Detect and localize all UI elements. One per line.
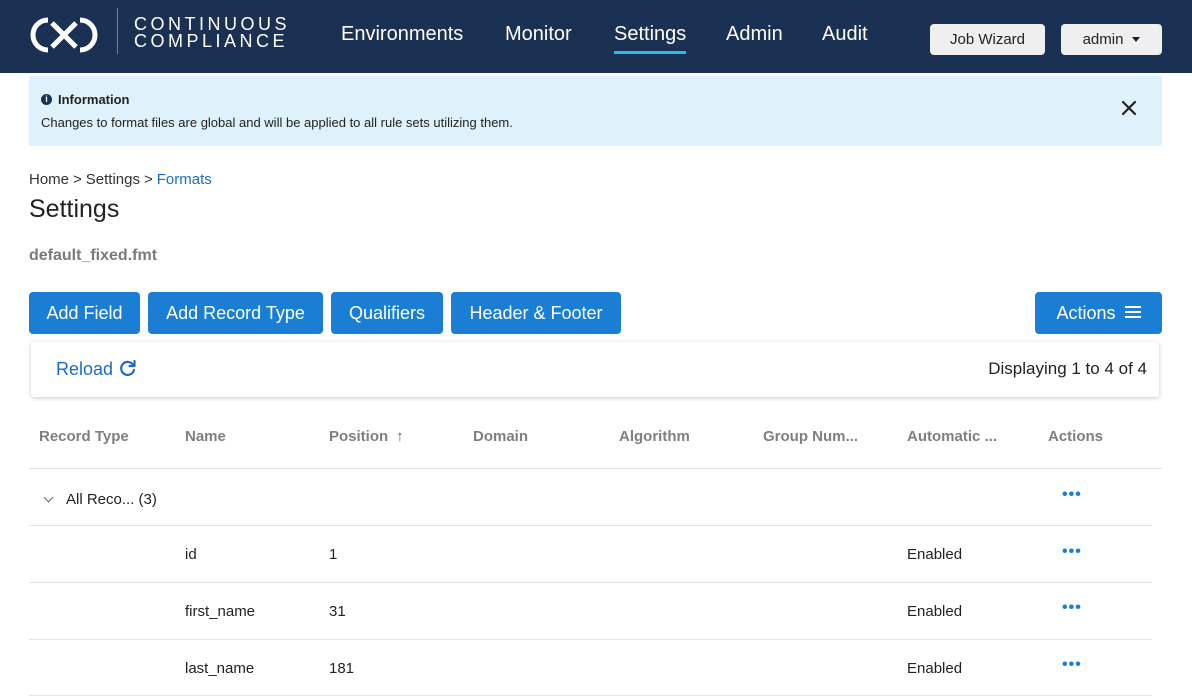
nav-admin[interactable]: Admin bbox=[726, 22, 783, 46]
user-name: admin bbox=[1082, 31, 1124, 48]
row-divider bbox=[29, 695, 1152, 696]
breadcrumb-formats[interactable]: Formats bbox=[157, 171, 212, 188]
column-header-actions: Actions bbox=[1048, 428, 1104, 445]
column-header-position-label: Position bbox=[329, 428, 389, 445]
add-field-button[interactable]: Add Field bbox=[29, 292, 140, 334]
cell-position: 1 bbox=[329, 546, 338, 563]
logo-divider bbox=[117, 8, 118, 54]
cell-name: last_name bbox=[185, 660, 255, 677]
cell-name: id bbox=[185, 546, 197, 563]
column-header-algorithm[interactable]: Algorithm bbox=[619, 428, 690, 445]
column-header-position[interactable]: Position ↑ bbox=[329, 428, 404, 445]
grid-toolbar: Reload Displaying 1 to 4 of 4 bbox=[31, 342, 1159, 397]
breadcrumb-home[interactable]: Home bbox=[29, 171, 69, 188]
column-header-name[interactable]: Name bbox=[185, 428, 226, 445]
cell-automatic: Enabled bbox=[907, 603, 963, 620]
group-label: All Reco... bbox=[66, 491, 135, 508]
group-count: (3) bbox=[138, 491, 157, 508]
row-divider bbox=[29, 525, 1152, 526]
cx-logo-icon[interactable] bbox=[28, 14, 100, 56]
reload-label: Reload bbox=[56, 359, 114, 379]
brand-line-2: COMPLIANCE bbox=[134, 31, 289, 51]
more-horizontal-icon[interactable]: ••• bbox=[1062, 600, 1082, 616]
info-message: Changes to format files are global and w… bbox=[41, 115, 513, 130]
format-file-name: default_fixed.fmt bbox=[29, 247, 158, 264]
column-header-group-number[interactable]: Group Num... bbox=[763, 428, 858, 445]
chevron-down-icon bbox=[1132, 36, 1141, 42]
nav-audit[interactable]: Audit bbox=[822, 22, 868, 46]
cell-position: 31 bbox=[329, 603, 346, 620]
column-header-record-type[interactable]: Record Type bbox=[39, 428, 129, 445]
information-banner: i Information Changes to format files ar… bbox=[29, 76, 1162, 146]
display-count: Displaying 1 to 4 of 4 bbox=[988, 359, 1147, 378]
user-menu-button[interactable]: admin bbox=[1061, 24, 1162, 55]
info-title: Information bbox=[58, 92, 130, 107]
chevron-down-icon bbox=[43, 492, 54, 503]
more-horizontal-icon[interactable]: ••• bbox=[1062, 544, 1082, 560]
breadcrumb-settings[interactable]: Settings bbox=[86, 171, 140, 188]
sort-ascending-icon: ↑ bbox=[396, 428, 404, 445]
breadcrumb: Home > Settings > Formats bbox=[29, 171, 212, 188]
actions-menu-label: Actions bbox=[1056, 303, 1116, 323]
actions-menu-button[interactable]: Actions bbox=[1035, 292, 1162, 334]
close-icon[interactable] bbox=[1120, 99, 1138, 117]
cell-automatic: Enabled bbox=[907, 660, 963, 677]
reload-button[interactable]: Reload bbox=[56, 359, 137, 380]
column-header-automatic[interactable]: Automatic ... bbox=[907, 428, 997, 445]
info-circle-icon: i bbox=[41, 94, 52, 105]
qualifiers-button[interactable]: Qualifiers bbox=[331, 292, 443, 334]
nav-settings[interactable]: Settings bbox=[614, 22, 687, 54]
more-horizontal-icon[interactable]: ••• bbox=[1062, 487, 1082, 503]
add-record-type-button[interactable]: Add Record Type bbox=[148, 292, 323, 334]
group-row-toggle[interactable]: All Reco... (3) bbox=[43, 491, 157, 508]
column-header-domain[interactable]: Domain bbox=[473, 428, 528, 445]
nav-environments[interactable]: Environments bbox=[341, 22, 463, 46]
brand-name: CONTINUOUS COMPLIANCE bbox=[134, 15, 290, 51]
cell-automatic: Enabled bbox=[907, 546, 963, 563]
row-divider bbox=[29, 582, 1152, 583]
job-wizard-button[interactable]: Job Wizard bbox=[930, 24, 1045, 55]
more-horizontal-icon[interactable]: ••• bbox=[1062, 657, 1082, 673]
header-footer-button[interactable]: Header & Footer bbox=[451, 292, 621, 334]
row-divider bbox=[29, 639, 1152, 640]
cell-position: 181 bbox=[329, 660, 355, 677]
cell-name: first_name bbox=[185, 603, 256, 620]
refresh-icon bbox=[120, 360, 136, 377]
header-divider bbox=[29, 468, 1162, 469]
breadcrumb-separator: > bbox=[73, 171, 82, 188]
nav-monitor[interactable]: Monitor bbox=[505, 22, 572, 46]
breadcrumb-separator: > bbox=[143, 171, 153, 188]
top-nav-bar: CONTINUOUS COMPLIANCE Environments Monit… bbox=[0, 0, 1192, 73]
menu-icon bbox=[1124, 306, 1141, 319]
page-title: Settings bbox=[29, 195, 120, 223]
